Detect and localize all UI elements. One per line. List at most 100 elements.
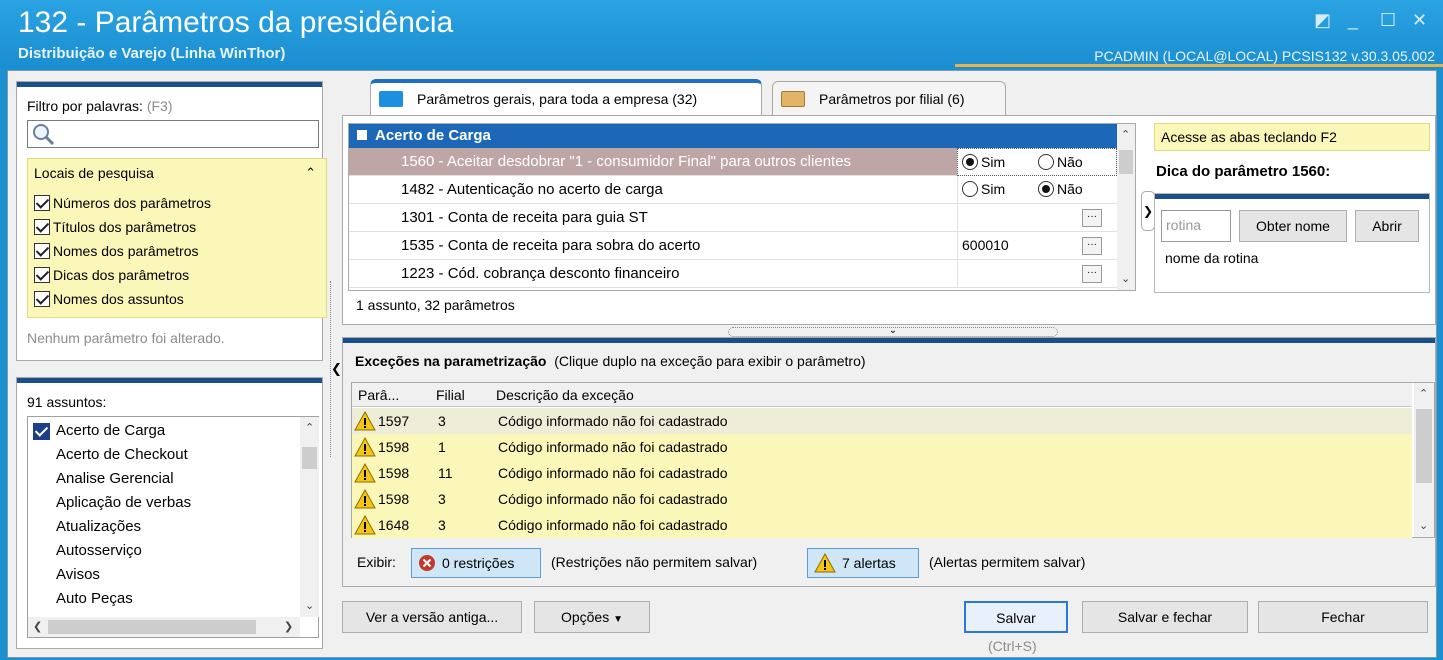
close-button[interactable]: Fechar [1258, 601, 1428, 633]
param-name: 1301 - Conta de receita para guia ST [401, 209, 648, 226]
param-row[interactable]: 1535 - Conta de receita para sobra do ac… [349, 232, 1117, 260]
group-title: Acerto de Carga [375, 127, 491, 144]
radio-sim[interactable]: Sim [962, 181, 1005, 197]
radio-dot[interactable] [962, 154, 978, 170]
list-item[interactable]: Acerto de Checkout [56, 446, 188, 463]
option-param-tips[interactable]: Dicas dos parâmetros [34, 267, 189, 283]
alerts-toggle[interactable]: 7 alertas [807, 548, 919, 578]
scroll-up-icon[interactable]: ⌃ [1121, 128, 1130, 141]
list-item[interactable]: Avisos [56, 566, 100, 583]
tab-branch-params[interactable]: Parâmetros por filial (6) [772, 81, 1006, 115]
restore-icon[interactable]: ◩ [1314, 10, 1331, 31]
radio-sim[interactable]: Sim [962, 154, 1005, 170]
radio-dot[interactable] [962, 181, 978, 197]
collapse-group-icon[interactable] [357, 130, 367, 140]
param-row[interactable]: 1223 - Cód. cobrança desconto financeiro… [349, 260, 1117, 288]
param-row[interactable]: 1560 - Aceitar desdobrar "1 - consumidor… [349, 148, 1117, 176]
option-param-names[interactable]: Nomes dos parâmetros [34, 243, 199, 259]
scroll-thumb[interactable] [1416, 409, 1432, 483]
vertical-scrollbar[interactable]: ⌃ ⌄ [300, 417, 319, 617]
lookup-button[interactable]: ··· [1082, 237, 1102, 255]
option-param-numbers[interactable]: Números dos parâmetros [34, 195, 211, 211]
col-filial[interactable]: Filial [436, 387, 465, 403]
scroll-up-icon[interactable]: ⌃ [305, 421, 314, 434]
subjects-list[interactable]: Acerto de Carga Acerto de Checkout Anali… [27, 416, 319, 638]
list-item[interactable]: Atualizações [56, 518, 141, 535]
collapse-up-icon[interactable]: ⌃ [305, 165, 316, 181]
tip-box: rotina Obter nome Abrir nome da rotina [1154, 193, 1430, 293]
col-desc[interactable]: Descrição da exceção [496, 387, 634, 403]
search-input[interactable] [27, 120, 319, 148]
subjects-panel: 91 assuntos: Acerto de Carga Acerto de C… [16, 377, 323, 649]
save-close-button[interactable]: Salvar e fechar [1082, 601, 1248, 633]
exc-filial: 3 [438, 517, 446, 533]
scroll-down-icon[interactable]: ⌄ [1121, 272, 1130, 285]
col-param[interactable]: Parâ... [358, 387, 399, 403]
horizontal-splitter[interactable]: ⌄ [728, 326, 1058, 337]
table-row[interactable]: 1598 3 Código informado não foi cadastra… [352, 486, 1412, 512]
vertical-scrollbar[interactable]: ⌃ ⌄ [1414, 383, 1434, 537]
scroll-left-icon[interactable]: ❮ [33, 620, 42, 633]
checkbox[interactable] [34, 195, 50, 211]
scroll-down-icon[interactable]: ⌄ [1419, 519, 1428, 532]
minimize-icon[interactable]: _ [1348, 10, 1358, 31]
lookup-button[interactable]: ··· [1082, 265, 1102, 283]
list-item[interactable]: Analise Gerencial [56, 470, 174, 487]
horizontal-scrollbar[interactable]: ❮ ❯ [28, 617, 300, 637]
table-row[interactable]: 1598 1 Código informado não foi cadastra… [352, 434, 1412, 460]
scroll-thumb[interactable] [1119, 150, 1133, 174]
radio-dot[interactable] [1038, 154, 1054, 170]
scroll-right-icon[interactable]: ❯ [284, 620, 293, 633]
list-item[interactable]: Aplicação de verbas [56, 494, 191, 511]
list-item[interactable]: Auto Peças [56, 590, 133, 607]
table-row[interactable]: 1648 3 Código informado não foi cadastra… [352, 512, 1412, 538]
checkbox[interactable] [34, 243, 50, 259]
scroll-down-icon[interactable]: ⌄ [305, 599, 314, 612]
table-row[interactable]: 1598 11 Código informado não foi cadastr… [352, 460, 1412, 486]
maximize-icon[interactable]: ☐ [1380, 10, 1396, 31]
open-button[interactable]: Abrir [1355, 210, 1419, 242]
checkbox[interactable] [34, 219, 50, 235]
checkbox[interactable] [34, 267, 50, 283]
exc-desc: Código informado não foi cadastrado [498, 517, 728, 533]
param-row[interactable]: 1301 - Conta de receita para guia ST ··· [349, 204, 1117, 232]
exc-desc: Código informado não foi cadastrado [498, 465, 728, 481]
close-icon[interactable]: ✕ [1412, 10, 1427, 31]
list-item[interactable]: Autosserviço [56, 542, 142, 559]
rotina-input[interactable]: rotina [1161, 210, 1231, 242]
checkbox[interactable] [34, 291, 50, 307]
scroll-thumb[interactable] [48, 620, 256, 634]
param-row[interactable]: 1482 - Autenticação no acerto de carga S… [349, 176, 1117, 204]
save-button[interactable]: Salvar [964, 601, 1068, 633]
scroll-up-icon[interactable]: ⌃ [1419, 387, 1428, 400]
get-name-button[interactable]: Obter nome [1239, 210, 1347, 242]
group-header[interactable]: Acerto de Carga [349, 124, 1117, 148]
option-param-titles[interactable]: Títulos dos parâmetros [34, 219, 196, 235]
vertical-scrollbar[interactable]: ⌃ ⌄ [1117, 124, 1135, 290]
radio-label: Sim [981, 181, 1006, 197]
option-label: Dicas dos parâmetros [53, 267, 190, 283]
lookup-button[interactable]: ··· [1082, 209, 1102, 227]
table-row[interactable]: 1597 3 Código informado não foi cadastra… [352, 408, 1412, 434]
filter-label-text: Filtro por palavras: [27, 98, 143, 114]
restrictions-toggle[interactable]: 0 restrições [411, 548, 541, 578]
collapse-left-icon[interactable]: ❮ [331, 361, 342, 377]
search-locations: Locais de pesquisa ⌃ Números dos parâmet… [27, 158, 327, 318]
radio-dot[interactable] [1038, 181, 1054, 197]
scroll-thumb[interactable] [302, 447, 317, 469]
search-locations-title: Locais de pesquisa [34, 165, 154, 181]
params-grid: Acerto de Carga 1560 - Aceitar desdobrar… [348, 123, 1136, 291]
radio-nao[interactable]: Não [1038, 154, 1083, 170]
param-value: Sim Não [957, 176, 1117, 204]
tab-general-params[interactable]: Parâmetros gerais, para toda a empresa (… [370, 79, 762, 115]
exc-filial: 3 [438, 413, 446, 429]
expand-right-icon[interactable]: ❯ [1141, 191, 1155, 231]
warning-icon [354, 515, 376, 535]
option-subject-names[interactable]: Nomes dos assuntos [34, 291, 184, 307]
warning-icon [354, 437, 376, 457]
list-item[interactable]: Acerto de Carga [56, 422, 165, 439]
exc-param: 1597 [378, 413, 410, 429]
options-button[interactable]: Opções ▼ [534, 601, 650, 633]
radio-nao[interactable]: Não [1038, 181, 1083, 197]
old-version-button[interactable]: Ver a versão antiga... [342, 601, 522, 633]
